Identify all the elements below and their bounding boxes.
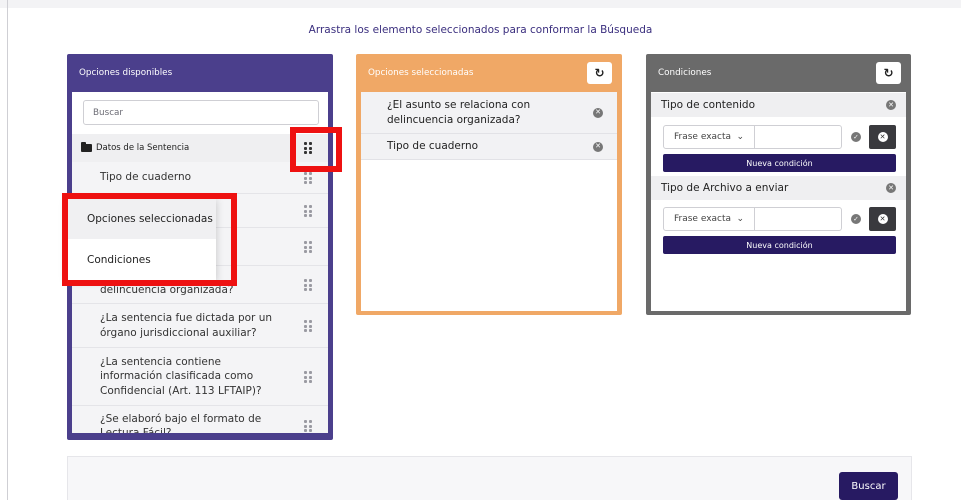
list-item-label: ¿Se elaboró bajo el formato de Lectura F… [100,413,262,433]
list-item[interactable]: ¿La sentencia fue dictada por un órgano … [72,304,328,348]
condition-group-label: Tipo de contenido [661,99,755,111]
condition-group-header: Tipo de Archivo a enviar ✕ [651,176,906,200]
chevron-down-icon: ⌄ [736,132,744,142]
list-item[interactable]: ¿Se elaboró bajo el formato de Lectura F… [72,406,328,433]
folder-icon [81,142,92,152]
chevron-down-icon: ⌄ [736,214,744,224]
available-options-title: Opciones disponibles [79,68,173,78]
condition-group-label: Tipo de Archivo a enviar [661,182,789,194]
match-type-value: Frase exacta [674,132,732,142]
highlight-box-dropdown [62,193,237,286]
remove-condition-group-icon[interactable]: ✕ [886,100,896,110]
delete-condition-button[interactable]: ✕ [869,207,896,231]
reset-selected-button[interactable]: ↻ [587,62,612,84]
search-input[interactable]: Buscar [83,100,319,125]
drag-handle-icon[interactable] [304,371,314,383]
match-type-select[interactable]: Frase exacta ⌄ [663,207,755,231]
selected-options-list[interactable]: ¿El asunto se relaciona con delincuencia… [361,92,617,311]
drag-handle-icon[interactable] [304,205,314,217]
check-icon[interactable]: ✓ [851,132,861,142]
new-condition-button[interactable]: Nueva condición [663,154,896,172]
condition-row: Frase exacta ⌄ ✓ ✕ [663,207,896,233]
close-icon: ✕ [877,132,888,142]
drag-handle-icon[interactable] [304,279,314,291]
selected-item[interactable]: ¿El asunto se relaciona con delincuencia… [361,92,617,134]
list-item[interactable]: ¿La sentencia contiene información clasi… [72,348,328,406]
conditions-list: Tipo de contenido ✕ Frase exacta ⌄ ✓ ✕ N… [651,92,906,311]
drag-handle-icon[interactable] [304,320,314,332]
reset-icon: ↻ [594,66,605,80]
highlight-box-drag-handle [290,127,342,172]
list-item-label: ¿La sentencia contiene información clasi… [100,356,262,397]
conditions-panel: Condiciones ↻ Tipo de contenido ✕ Frase … [646,54,911,315]
remove-condition-group-icon[interactable]: ✕ [886,183,896,193]
instruction-text: Arrastra los elemento seleccionados para… [308,24,653,36]
footer-bar [67,456,912,500]
delete-condition-button[interactable]: ✕ [869,125,896,149]
selected-options-panel: Opciones seleccionadas ↻ ¿El asunto se r… [356,54,622,315]
match-type-select[interactable]: Frase exacta ⌄ [663,125,755,149]
selected-options-header: Opciones seleccionadas ↻ [356,54,622,92]
condition-value-input[interactable] [754,125,842,149]
condition-value-input[interactable] [754,207,842,231]
remove-icon[interactable]: ✕ [593,108,603,118]
left-border [7,0,8,500]
condition-group-header: Tipo de contenido ✕ [651,93,906,117]
search-button[interactable]: Buscar [839,472,898,500]
list-item-label: Tipo de cuaderno [100,171,192,184]
selected-item-label: Tipo de cuaderno [387,140,479,153]
reset-conditions-button[interactable]: ↻ [876,62,901,84]
new-condition-button[interactable]: Nueva condición [663,236,896,254]
match-type-value: Frase exacta [674,214,732,224]
check-icon[interactable]: ✓ [851,214,861,224]
condition-row: Frase exacta ⌄ ✓ ✕ [663,125,896,151]
list-item-label: ¿La sentencia fue dictada por un órgano … [100,312,273,339]
drag-handle-icon[interactable] [304,172,314,184]
available-options-header: Opciones disponibles [67,54,333,92]
folder-label: Datos de la Sentencia [96,143,190,153]
selected-item-label: ¿El asunto se relaciona con delincuencia… [387,99,531,126]
drag-handle-icon[interactable] [304,241,314,253]
selected-item[interactable]: Tipo de cuaderno ✕ [361,134,617,160]
conditions-header: Condiciones ↻ [646,54,911,92]
selected-options-title: Opciones seleccionadas [368,68,474,78]
reset-icon: ↻ [883,66,894,80]
remove-icon[interactable]: ✕ [593,142,603,152]
conditions-title: Condiciones [658,68,712,78]
drag-handle-icon[interactable] [304,420,314,432]
close-icon: ✕ [877,214,888,224]
top-strip [0,0,961,8]
